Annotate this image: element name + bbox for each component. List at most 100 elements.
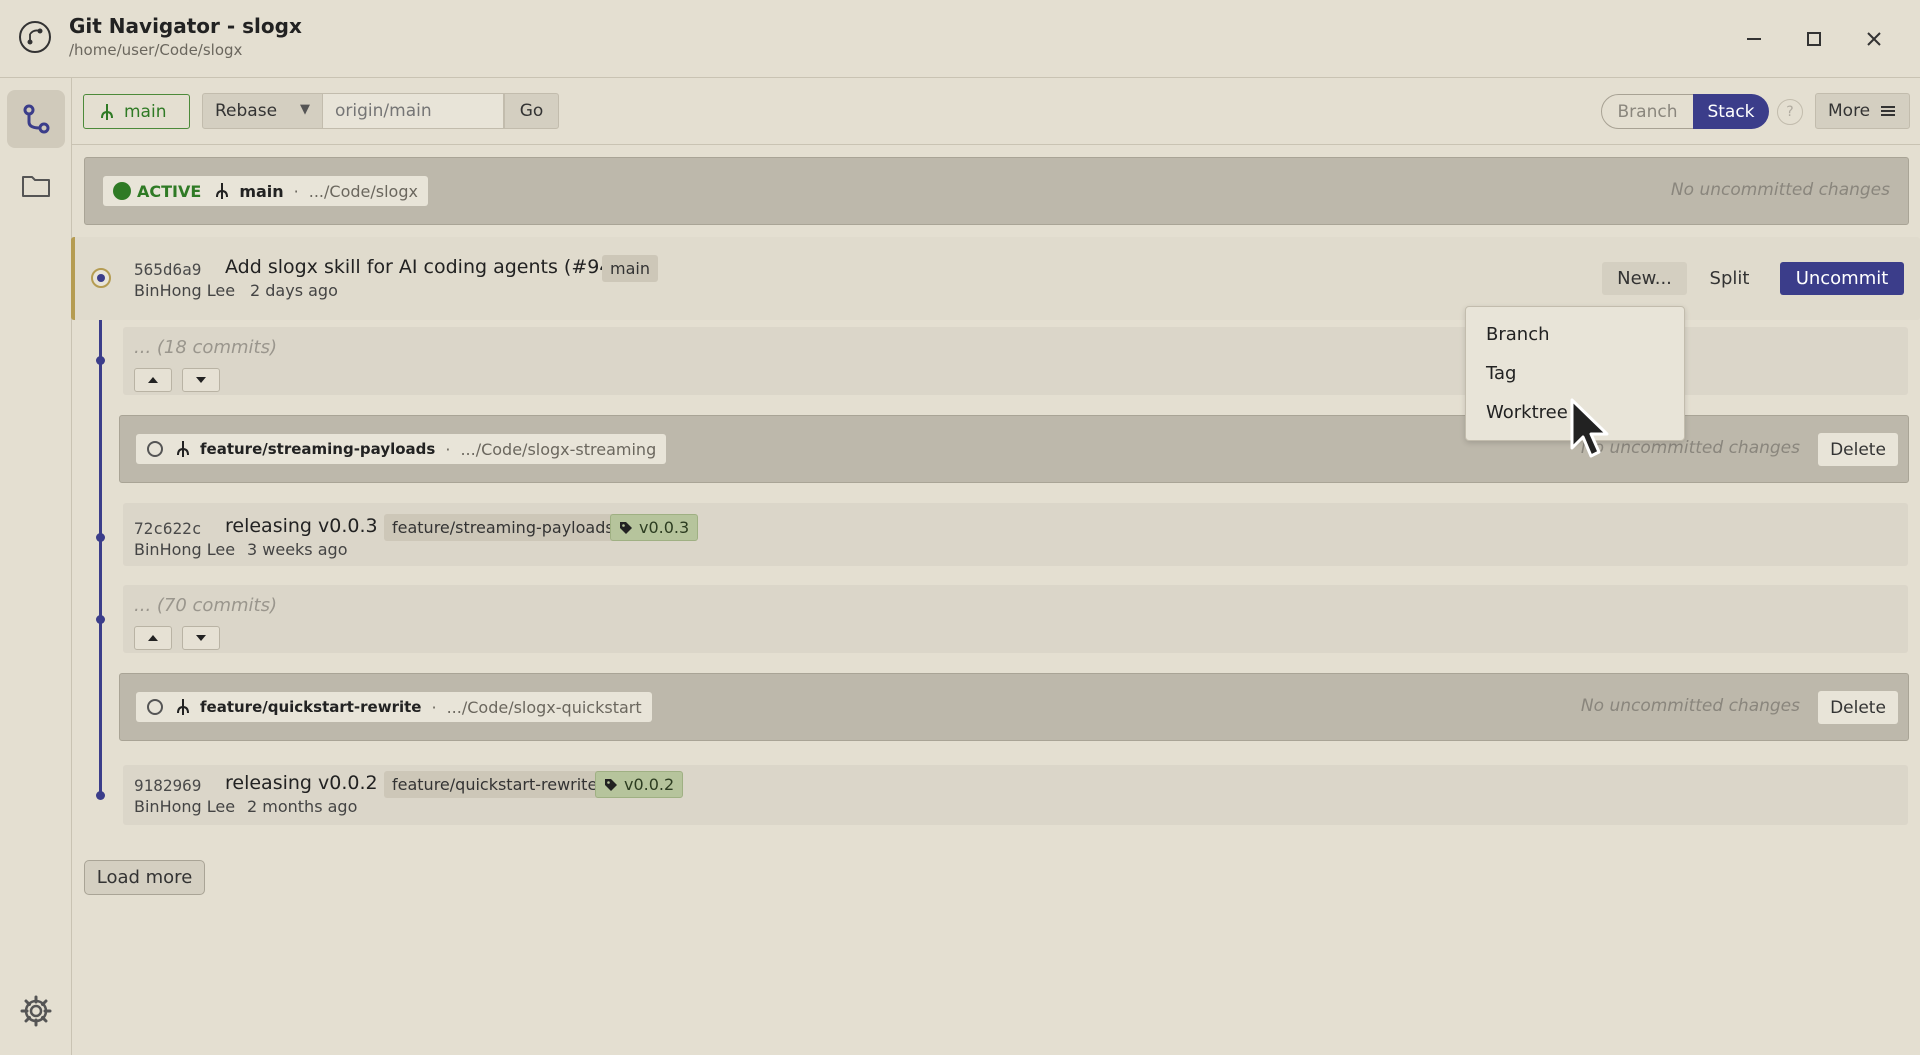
uncommitted-status: No uncommitted changes <box>1580 696 1800 716</box>
expand-down-button[interactable] <box>182 626 220 650</box>
target-ref-input[interactable] <box>323 93 504 129</box>
delete-worktree-button[interactable]: Delete <box>1818 691 1898 724</box>
commit-date: 2 months ago <box>247 797 358 816</box>
chevron-down-icon <box>196 377 206 383</box>
chevron-up-icon <box>148 377 158 383</box>
branch-ref-chip: feature/quickstart-rewrite <box>384 771 606 798</box>
app-logo-icon <box>18 20 52 54</box>
minimize-button[interactable] <box>1736 22 1772 56</box>
worktree-path: .../Code/slogx-quickstart <box>446 697 642 717</box>
expand-up-button[interactable] <box>134 626 172 650</box>
menu-icon <box>1881 106 1896 116</box>
active-status-label: ACTIVE <box>137 181 202 201</box>
branch-ref-chip: feature/streaming-payloads <box>384 514 622 541</box>
delete-worktree-button[interactable]: Delete <box>1818 433 1898 466</box>
commit-subject: releasing v0.0.3 <box>225 515 378 537</box>
chevron-down-icon <box>196 635 206 641</box>
separator: · <box>293 181 299 201</box>
worktree-card-quickstart: feature/quickstart-rewrite · .../Code/sl… <box>119 673 1909 741</box>
menu-item-branch[interactable]: Branch <box>1486 324 1550 345</box>
timeline-dot <box>96 615 105 624</box>
active-worktree-path: .../Code/slogx <box>308 181 418 201</box>
view-toggle-branch[interactable]: Branch <box>1601 94 1694 129</box>
more-label: More <box>1828 101 1871 121</box>
branch-ref-chip: main <box>602 255 658 282</box>
active-worktree-chip: ACTIVE main · .../Code/slogx <box>103 176 428 206</box>
uncommit-button[interactable]: Uncommit <box>1780 262 1904 295</box>
close-button[interactable] <box>1856 22 1892 56</box>
commit-hash: 9182969 <box>134 776 202 795</box>
inactive-status-icon <box>147 699 163 715</box>
worktree-branch-name: feature/quickstart-rewrite <box>200 698 422 716</box>
worktree-branch-name: feature/streaming-payloads <box>200 440 436 458</box>
mode-select-value: Rebase <box>215 101 278 121</box>
current-branch-label: main <box>124 101 167 122</box>
tag-label: v0.0.2 <box>624 775 675 794</box>
tag-chip: v0.0.3 <box>610 514 699 541</box>
chevron-up-icon <box>148 635 158 641</box>
head-commit-node <box>91 268 111 288</box>
more-button[interactable]: More <box>1815 93 1910 129</box>
minimize-icon <box>1747 38 1761 40</box>
expand-down-button[interactable] <box>182 368 220 392</box>
load-more-button[interactable]: Load more <box>84 860 205 895</box>
worktree-path: .../Code/slogx-streaming <box>460 439 657 459</box>
toolbar: main Rebase ▼ Go Branch Stack ? More <box>72 78 1920 145</box>
menu-item-worktree[interactable]: Worktree <box>1486 402 1568 423</box>
close-icon <box>1867 32 1881 46</box>
maximize-button[interactable] <box>1796 22 1832 56</box>
expand-up-button[interactable] <box>134 368 172 392</box>
gear-icon <box>20 995 52 1027</box>
split-button[interactable]: Split <box>1697 262 1762 295</box>
active-status-icon <box>113 182 131 200</box>
commit-author: BinHong Lee <box>134 797 236 816</box>
branch-icon <box>177 441 189 457</box>
menu-item-tag[interactable]: Tag <box>1486 363 1516 384</box>
separator: · <box>431 697 437 717</box>
commit-hash: 72c622c <box>134 519 202 538</box>
commit-row[interactable]: 72c622c releasing v0.0.3 feature/streami… <box>123 503 1908 566</box>
worktree-chip: feature/streaming-payloads · .../Code/sl… <box>136 434 667 464</box>
mouse-cursor-icon <box>1570 398 1614 466</box>
worktree-chip: feature/quickstart-rewrite · .../Code/sl… <box>136 692 652 722</box>
active-branch-name: main <box>239 181 284 201</box>
commit-hash: 565d6a9 <box>134 260 202 279</box>
commit-row[interactable]: 9182969 releasing v0.0.2 feature/quickst… <box>123 765 1908 825</box>
new-button[interactable]: New... <box>1602 262 1687 295</box>
commit-date: 3 weeks ago <box>247 540 348 559</box>
timeline-dot <box>96 533 105 542</box>
help-button[interactable]: ? <box>1777 99 1803 125</box>
sidebar-item-git-graph[interactable] <box>7 90 65 148</box>
branch-icon <box>177 699 189 715</box>
git-branch-icon <box>23 104 50 134</box>
timeline-dot <box>96 356 105 365</box>
inactive-status-icon <box>147 441 163 457</box>
uncommitted-status: No uncommitted changes <box>1670 180 1890 200</box>
sidebar-item-folder[interactable] <box>7 157 65 215</box>
branch-icon <box>101 103 113 120</box>
commit-date: 2 days ago <box>250 281 338 300</box>
separator: · <box>445 439 451 459</box>
go-button[interactable]: Go <box>504 93 559 129</box>
timeline-dot <box>96 791 105 800</box>
current-branch-button[interactable]: main <box>83 94 190 129</box>
folder-icon <box>22 176 50 197</box>
tag-icon <box>620 521 632 534</box>
tag-label: v0.0.3 <box>639 518 690 537</box>
window-path: /home/user/Code/slogx <box>69 41 243 59</box>
commit-subject: Add slogx skill for AI coding agents (#9… <box>225 256 619 278</box>
mode-select[interactable]: Rebase ▼ <box>202 93 323 129</box>
collapsed-count: ... (18 commits) <box>134 337 277 358</box>
commit-subject: releasing v0.0.2 <box>225 772 378 794</box>
collapsed-commits-2: ... (70 commits) <box>123 585 1908 653</box>
dropdown-arrow-icon: ▼ <box>300 102 310 117</box>
maximize-icon <box>1807 32 1821 46</box>
sidebar <box>0 78 72 1055</box>
commit-author: BinHong Lee <box>134 281 236 300</box>
settings-button[interactable] <box>7 982 65 1040</box>
tag-chip: v0.0.2 <box>595 771 684 798</box>
view-toggle-stack[interactable]: Stack <box>1693 94 1769 129</box>
active-worktree-card: ACTIVE main · .../Code/slogx No uncommit… <box>84 157 1909 225</box>
tag-icon <box>605 778 617 791</box>
window-title: Git Navigator - slogx <box>69 14 302 38</box>
